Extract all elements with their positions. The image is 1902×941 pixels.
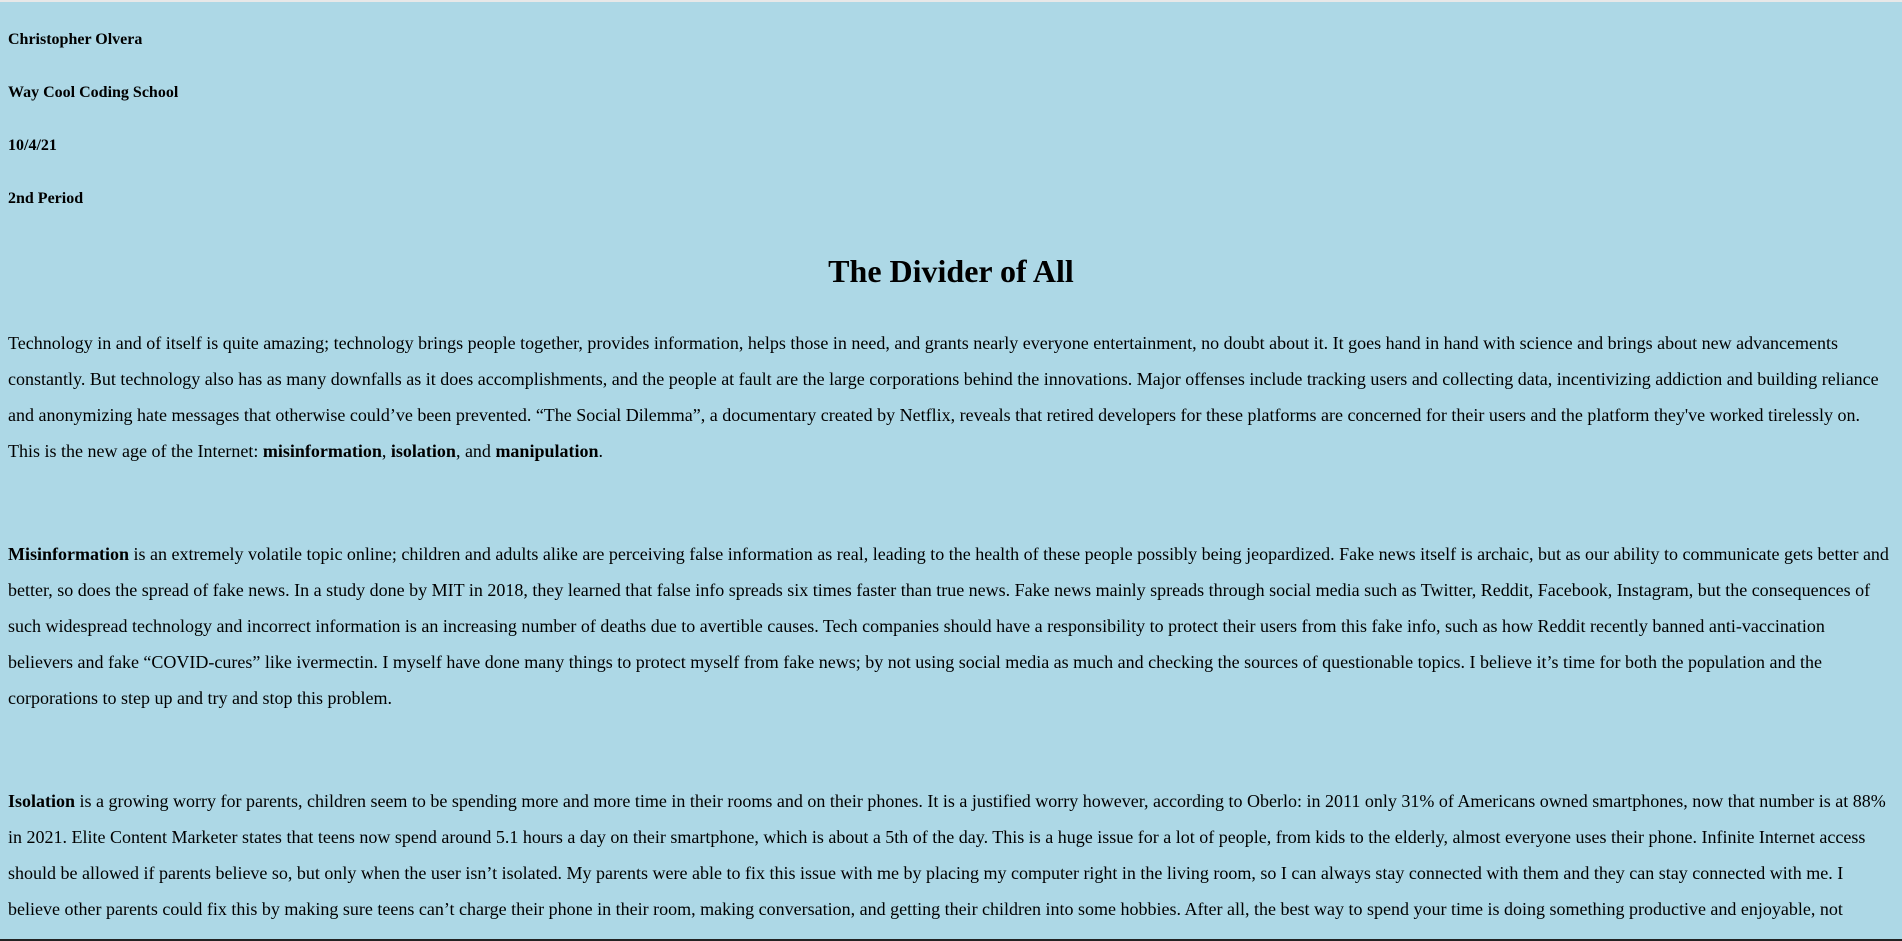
- intro-separator-1: ,: [381, 441, 391, 461]
- intro-separator-2: , and: [455, 441, 496, 461]
- term-misinformation: misinformation: [262, 441, 382, 461]
- essay-page: Christopher Olvera Way Cool Coding Schoo…: [0, 31, 1902, 927]
- misinformation-heading-term: Misinformation: [8, 544, 129, 564]
- intro-end: .: [598, 441, 603, 461]
- term-manipulation: manipulation: [495, 441, 599, 461]
- isolation-paragraph: Isolation is a growing worry for parents…: [8, 783, 1894, 927]
- essay-title: The Divider of All: [828, 253, 1074, 289]
- class-period: 2nd Period: [8, 190, 84, 207]
- isolation-text: is a growing worry for parents, children…: [8, 791, 1886, 919]
- author-name: Christopher Olvera: [8, 31, 143, 48]
- intro-paragraph: Technology in and of itself is quite ama…: [8, 325, 1894, 469]
- school-name: Way Cool Coding School: [8, 84, 179, 101]
- essay-date: 10/4/21: [8, 137, 57, 154]
- misinformation-paragraph: Misinformation is an extremely volatile …: [8, 536, 1894, 716]
- misinformation-text: is an extremely volatile topic online; c…: [8, 544, 1889, 708]
- term-isolation: isolation: [390, 441, 456, 461]
- isolation-heading-term: Isolation: [8, 791, 76, 811]
